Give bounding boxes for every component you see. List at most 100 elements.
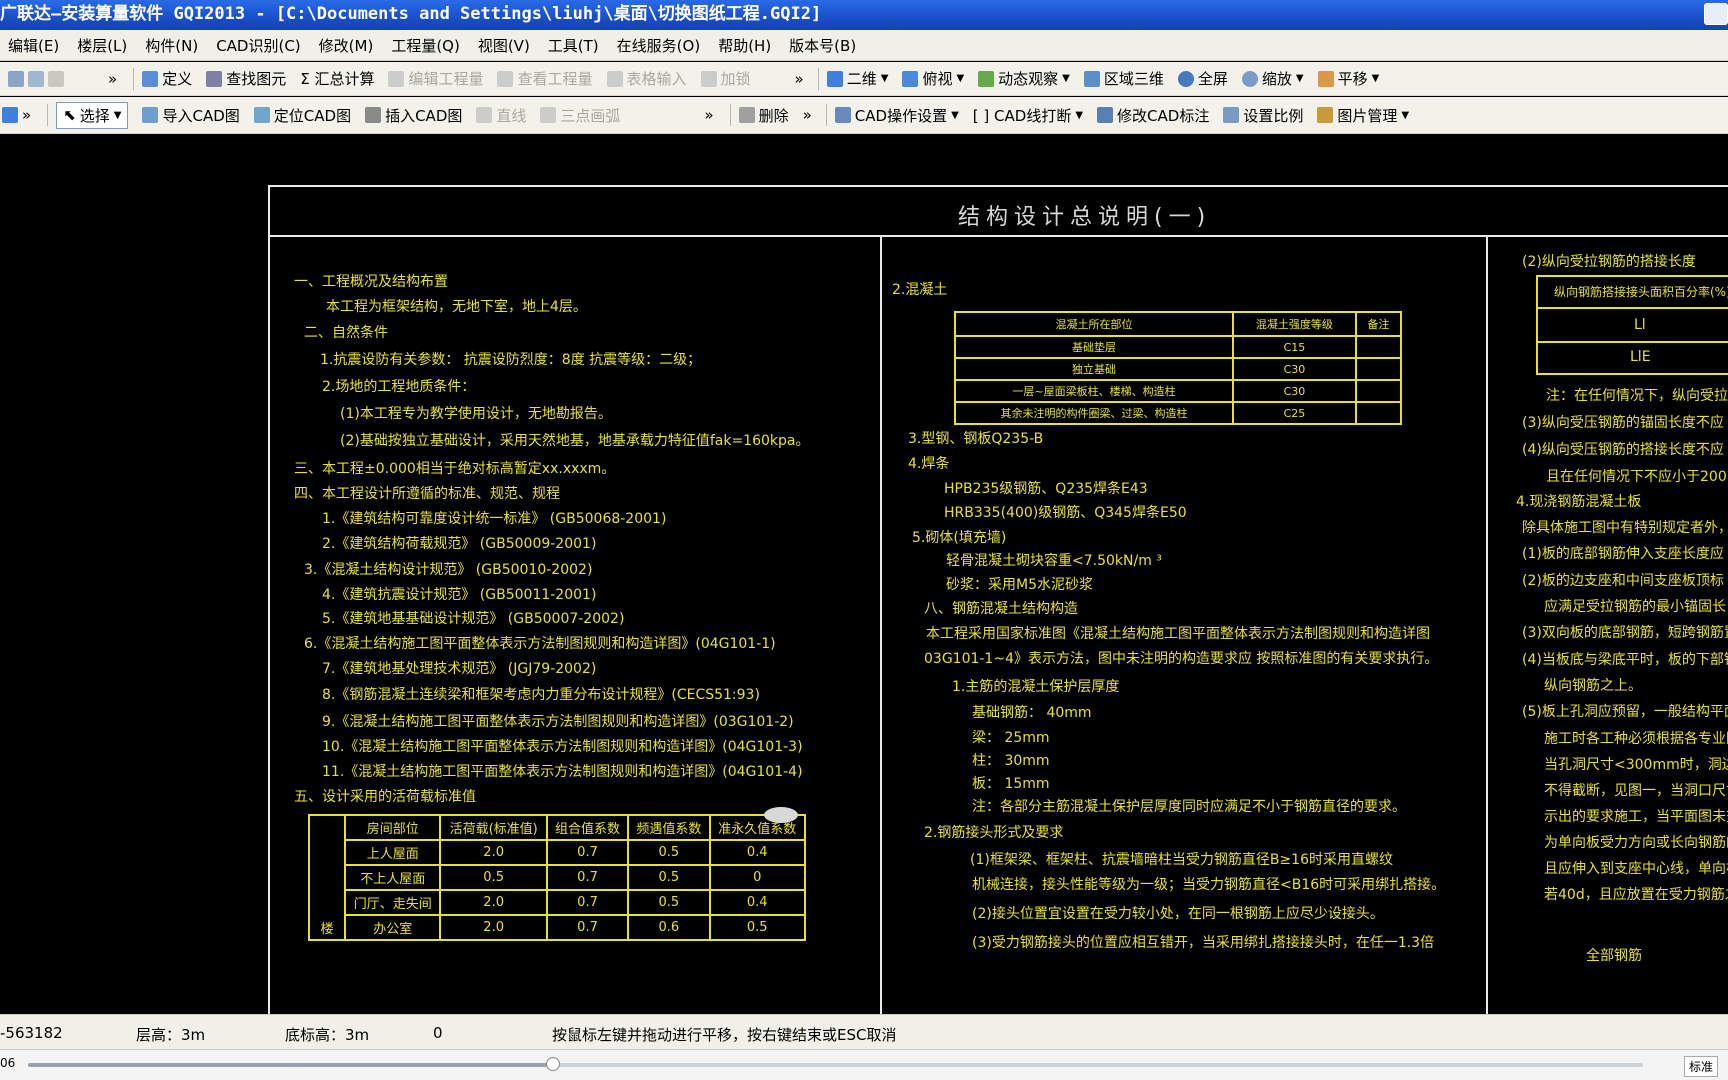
table-cell: 0.7: [545, 914, 630, 941]
define-icon: [142, 70, 159, 87]
cube-icon: [1083, 70, 1100, 87]
note-line: 注：在任何情况下，纵向受拉钢筋: [1546, 388, 1728, 404]
menu-item-cad-recognize[interactable]: CAD识别(C): [216, 35, 300, 56]
table-row: 其余未注明的构件圈梁、过梁、构造柱 C25: [953, 401, 1403, 425]
hand-icon: [1317, 70, 1334, 87]
import-cad-button[interactable]: 导入CAD图: [142, 105, 240, 126]
top-view-dropdown[interactable]: 俯视 ▼: [902, 68, 964, 89]
note-line: 纵向钢筋之上。: [1544, 678, 1642, 694]
toolbar-separator: [47, 104, 49, 126]
arrow-icon[interactable]: [8, 70, 24, 87]
menu-item-tools[interactable]: 工具(T): [548, 35, 599, 56]
dynamic-observe-dropdown[interactable]: 动态观察 ▼: [978, 68, 1070, 89]
note-line: 2.混凝土: [892, 282, 948, 298]
menu-item-online[interactable]: 在线服务(O): [617, 35, 701, 56]
chevron-down-icon: ▼: [880, 73, 889, 84]
toolbar-overflow-button-3[interactable]: »: [22, 106, 31, 124]
define-button[interactable]: 定义: [142, 68, 192, 89]
table-cell: 0.5: [627, 864, 711, 891]
view-quantity-button[interactable]: 查看工程量: [497, 68, 593, 89]
note-line: 4.焊条: [908, 456, 950, 472]
image-manage-dropdown[interactable]: 图片管理 ▼: [1317, 105, 1409, 126]
toolbar-overflow-button-4[interactable]: »: [704, 106, 713, 124]
import-cad-icon: [142, 107, 159, 123]
note-line: 为单向板受力方向或长向钢筋的: [1544, 835, 1728, 851]
note-line: 且在任何情况下不应小于200mm: [1546, 469, 1728, 485]
menu-item-version[interactable]: 版本号(B): [789, 35, 856, 56]
menu-item-view[interactable]: 视图(V): [478, 35, 530, 56]
toolbar-overflow-button-2[interactable]: »: [795, 70, 804, 88]
lock-button[interactable]: 加锁: [700, 68, 751, 89]
insert-cad-button[interactable]: 插入CAD图: [365, 105, 462, 126]
note-line: 三、本工程±0.000相当于绝对标高暂定xx.xxxm。: [294, 461, 616, 477]
pan-dropdown[interactable]: 平移 ▼: [1317, 68, 1380, 89]
note-line: (2)纵向受拉钢筋的搭接长度: [1522, 254, 1696, 270]
edit-quantity-button[interactable]: 编辑工程量: [388, 68, 483, 89]
seek-handle[interactable]: [545, 1057, 560, 1071]
line-label: 直线: [496, 106, 527, 125]
top-view-label: 俯视: [922, 70, 953, 88]
toolbar-overflow-button[interactable]: »: [108, 70, 117, 88]
note-line: (3)纵向受压钢筋的锚固长度不应: [1522, 415, 1724, 431]
table-cell: 0.4: [708, 839, 807, 866]
modify-cad-label-button[interactable]: 修改CAD标注: [1097, 105, 1209, 126]
table-header: 纵向钢筋搭接接头面积百分率(%): [1554, 285, 1728, 299]
note-line: 10.《混凝土结构施工图平面整体表示方法制图规则和构造详图》(04G101-3): [322, 739, 803, 755]
note-line: HRB335(400)级钢筋、Q345焊条E50: [944, 505, 1187, 521]
note-line: 3.型钢、钢板Q235-B: [908, 431, 1044, 447]
summary-calc-button[interactable]: Σ 汇总计算: [300, 68, 374, 89]
menu-item-component[interactable]: 构件(N): [145, 35, 198, 56]
quality-button[interactable]: 标准: [1683, 1056, 1718, 1077]
view-2d-dropdown[interactable]: 二维 ▼: [826, 68, 889, 89]
toolbar-separator: [133, 67, 135, 90]
note-line: 5.《建筑地基基础设计规范》 (GB50007-2002): [322, 611, 625, 627]
pan-cursor-icon: [764, 807, 798, 823]
table-input-button[interactable]: 表格输入: [606, 68, 687, 89]
cad-settings-label: CAD操作设置: [854, 106, 948, 125]
concrete-table: 混凝土所在部位 混凝土强度等级 备注 基础垫层 C15 独立基础 C30 一层~…: [953, 311, 1403, 425]
zoom-dropdown[interactable]: 缩放 ▼: [1241, 68, 1304, 89]
cad-line-break-dropdown[interactable]: [ ] CAD线打断 ▼: [973, 105, 1083, 126]
region-3d-button[interactable]: 区域三维: [1083, 68, 1164, 89]
seek-bar[interactable]: [28, 1057, 1643, 1071]
table-cell: 0.6: [627, 914, 711, 941]
note-line: 机械连接，接头性能等级为一级；当受力钢筋直径<B16时可采用绑扎搭接。: [972, 877, 1446, 893]
window-control-button[interactable]: [1704, 3, 1728, 25]
table-cell: C25: [1232, 401, 1357, 425]
table-row: 一层~屋面梁板柱、楼梯、构造柱 C30: [953, 379, 1403, 403]
seek-progress: [28, 1063, 553, 1067]
check-icon[interactable]: [2, 107, 18, 123]
note-line: 轻骨混凝土砌块容重<7.50kN/m ³: [946, 553, 1162, 569]
delete-button[interactable]: 删除: [738, 105, 789, 126]
locate-cad-button[interactable]: 定位CAD图: [253, 105, 351, 126]
chevron-down-icon: ▼: [1075, 109, 1084, 121]
column-divider: [1486, 237, 1488, 1014]
binoculars-icon: [206, 70, 223, 87]
note-line: 示出的要求施工，当平面图未交待: [1544, 809, 1728, 825]
menu-item-help[interactable]: 帮助(H): [718, 35, 771, 56]
menu-item-quantity[interactable]: 工程量(Q): [391, 35, 460, 56]
insert-cad-label: 插入CAD图: [385, 106, 463, 125]
menu-item-edit[interactable]: 编辑(E): [8, 35, 59, 56]
save-icon[interactable]: [28, 70, 44, 87]
line-button[interactable]: 直线: [476, 105, 526, 126]
select-dropdown[interactable]: ⬉ 选择 ▼: [56, 101, 129, 129]
set-scale-button[interactable]: 设置比例: [1223, 105, 1303, 126]
table-cell: 0.7: [545, 839, 630, 866]
menu-item-floor[interactable]: 楼层(L): [77, 35, 127, 56]
menu-item-modify[interactable]: 修改(M): [319, 35, 374, 56]
note-line: 6.《混凝土结构施工图平面整体表示方法制图规则和构造详图》(04G101-1): [304, 636, 776, 652]
title-bar: 广联达—安装算量软件 GQI2013 - [C:\Documents and S…: [0, 0, 1728, 30]
note-line: 应满足受拉钢筋的最小锚固长: [1544, 599, 1726, 615]
arc-button[interactable]: 三点画弧: [540, 105, 620, 126]
cad-settings-dropdown[interactable]: CAD操作设置 ▼: [834, 105, 959, 126]
find-element-button[interactable]: 查找图元: [206, 68, 286, 89]
table-cell: 独立基础: [953, 357, 1235, 381]
chevron-down-icon: ▼: [1371, 73, 1380, 84]
note-line: (2)接头位置宜设置在受力较小处，在同一根钢筋上应尽少设接头。: [972, 906, 1384, 922]
toolbar-overflow-button-5[interactable]: »: [803, 106, 812, 124]
arc-label: 三点画弧: [560, 106, 621, 125]
fullscreen-button[interactable]: 全屏: [1177, 68, 1228, 89]
undo-icon[interactable]: [48, 70, 64, 87]
drawing-canvas[interactable]: 结构设计总说明(一) 一、工程概况及结构布置 本工程为框架结构，无地下室，地上4…: [0, 135, 1728, 1014]
